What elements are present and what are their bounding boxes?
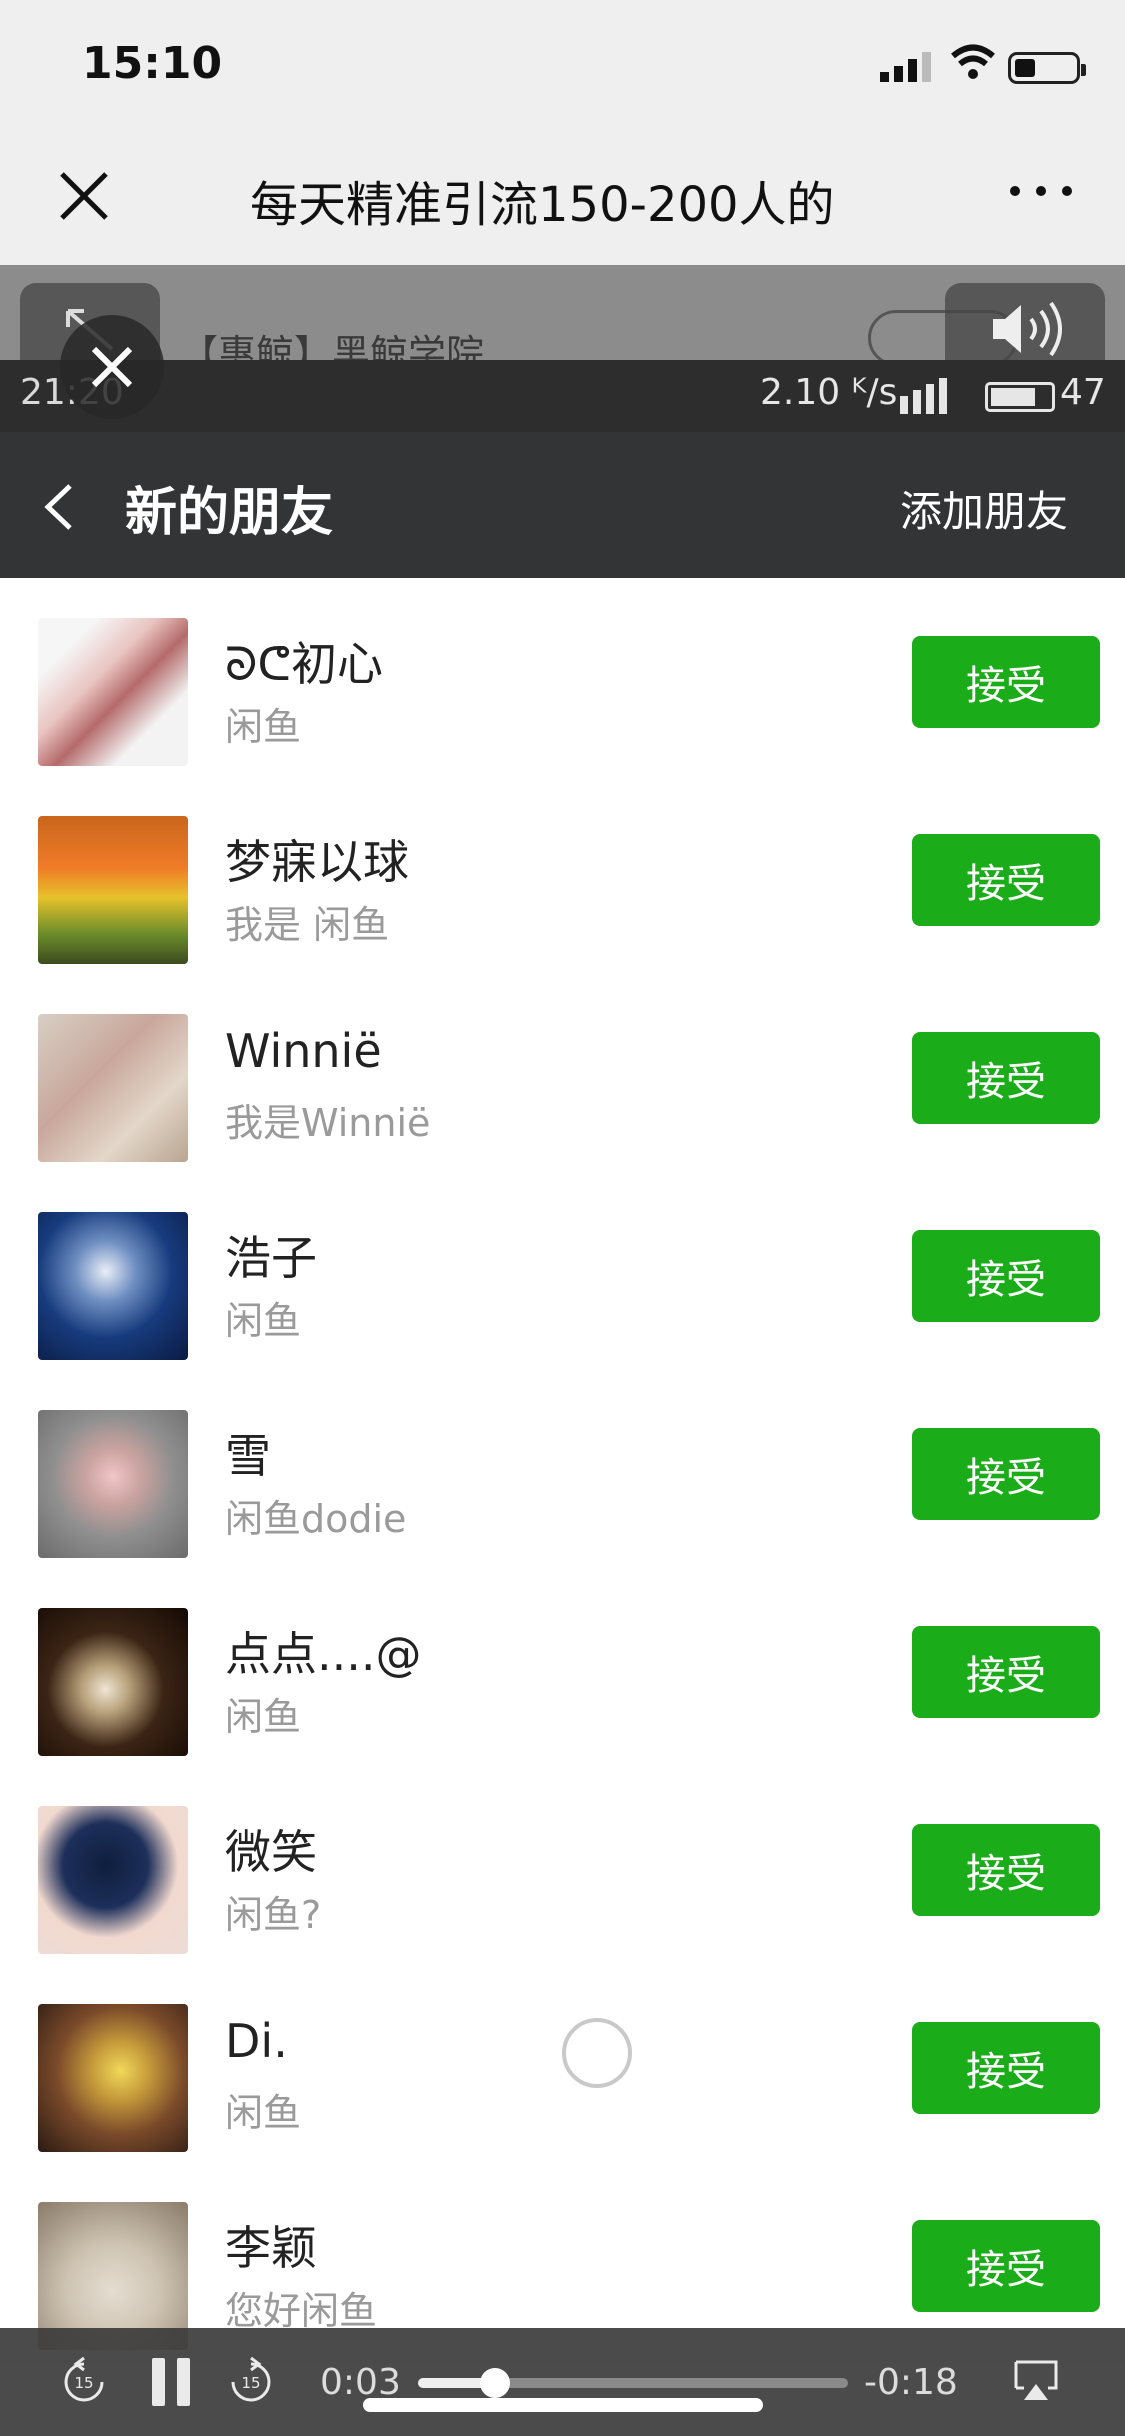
- close-icon: [91, 346, 133, 388]
- remaining-time: -0:18: [864, 2362, 958, 2403]
- friend-name: Winnië: [225, 1024, 382, 1078]
- avatar: [38, 618, 188, 766]
- skip-forward-icon[interactable]: 15: [225, 2356, 277, 2408]
- android-status-bar: 21:20 2.10 ᴷ/s 47: [0, 360, 1125, 432]
- friend-name: 李颖: [225, 2221, 317, 2275]
- accept-button[interactable]: 接受: [912, 1032, 1100, 1124]
- friend-note: 闲鱼dodie: [225, 1497, 407, 1541]
- accept-button[interactable]: 接受: [912, 1626, 1100, 1718]
- more-icon[interactable]: [1010, 180, 1072, 200]
- friend-note: 闲鱼: [225, 2091, 302, 2135]
- wifi-icon: [951, 44, 995, 79]
- avatar: [38, 1410, 188, 1558]
- wechat-title: 新的朋友: [125, 483, 334, 543]
- loading-spinner: [562, 2018, 632, 2088]
- friend-name: 梦寐以球: [225, 835, 409, 889]
- progress-knob[interactable]: [480, 2368, 511, 2398]
- friend-name: ᘐᕦ初心: [225, 637, 383, 691]
- list-item[interactable]: Winnië 我是Winnië 接受: [0, 974, 1125, 1174]
- playback-controls: 15 15 0:03 -0:18: [0, 2328, 1125, 2436]
- accept-button[interactable]: 接受: [912, 1824, 1100, 1916]
- status-time: 15:10: [82, 38, 223, 89]
- list-item[interactable]: 微笑 闲鱼? 接受: [0, 1766, 1125, 1966]
- close-video-button[interactable]: [60, 315, 164, 419]
- video-player[interactable]: 【惠鲸】黑鲸学院 21:20 2.10 ᴷ/s 47 新的朋友 添加朋友: [0, 265, 1125, 2436]
- friend-note: 闲鱼: [225, 705, 302, 749]
- avatar: [38, 816, 188, 964]
- friend-note: 我是Winnië: [225, 1101, 431, 1145]
- friend-name: 点点....@: [225, 1627, 422, 1681]
- accept-button[interactable]: 接受: [912, 636, 1100, 728]
- accept-button[interactable]: 接受: [912, 2220, 1100, 2312]
- progress-bar[interactable]: [418, 2368, 848, 2398]
- accept-button[interactable]: 接受: [912, 1428, 1100, 1520]
- android-battery-icon: [985, 382, 1055, 412]
- accept-button[interactable]: 接受: [912, 834, 1100, 926]
- wechat-header: 新的朋友 添加朋友: [0, 432, 1125, 578]
- friend-note: 我是 闲鱼: [225, 903, 390, 947]
- home-indicator: [363, 2398, 763, 2412]
- list-item[interactable]: 浩子 闲鱼 接受: [0, 1172, 1125, 1372]
- back-chevron-icon[interactable]: [40, 482, 80, 532]
- ios-top-bar: 15:10 每天精准引流150-200人的: [0, 0, 1125, 265]
- avatar: [38, 1806, 188, 1954]
- battery-icon: [1008, 52, 1086, 84]
- avatar: [38, 1212, 188, 1360]
- avatar: [38, 2004, 188, 2152]
- skip-back-icon[interactable]: 15: [58, 2356, 110, 2408]
- list-item[interactable]: 点点....@ 闲鱼 接受: [0, 1568, 1125, 1768]
- friend-note: 闲鱼?: [225, 1893, 322, 1937]
- friend-name: Di.: [225, 2014, 288, 2068]
- friend-name: 雪: [225, 1429, 271, 1483]
- avatar: [38, 1608, 188, 1756]
- elapsed-time: 0:03: [320, 2362, 401, 2403]
- friend-note: 闲鱼: [225, 1299, 302, 1343]
- list-item[interactable]: 雪 闲鱼dodie 接受: [0, 1370, 1125, 1570]
- cellular-signal-icon: [880, 52, 931, 82]
- network-speed: 2.10 ᴷ/s: [760, 372, 898, 413]
- list-item[interactable]: 梦寐以球 我是 闲鱼 接受: [0, 776, 1125, 976]
- friend-name: 浩子: [225, 1231, 317, 1285]
- add-friend-link[interactable]: 添加朋友: [900, 478, 1068, 539]
- avatar: [38, 1014, 188, 1162]
- page-title: 每天精准引流150-200人的: [250, 177, 835, 233]
- accept-button[interactable]: 接受: [912, 2022, 1100, 2114]
- friend-name: 微笑: [225, 1825, 317, 1879]
- android-signal-icon: [900, 378, 947, 414]
- friend-note: 闲鱼: [225, 1695, 302, 1739]
- friend-note: 您好闲鱼: [225, 2289, 378, 2333]
- skip-back-label: 15: [74, 2374, 93, 2392]
- close-icon[interactable]: [58, 170, 110, 222]
- pause-button[interactable]: [152, 2358, 192, 2408]
- accept-button[interactable]: 接受: [912, 1230, 1100, 1322]
- android-battery-level: 47: [1060, 372, 1106, 413]
- list-item[interactable]: ᘐᕦ初心 闲鱼 接受: [0, 578, 1125, 778]
- list-item[interactable]: Di. 闲鱼 接受: [0, 1964, 1125, 2164]
- airplay-icon[interactable]: [1010, 2358, 1062, 2404]
- skip-forward-label: 15: [241, 2374, 260, 2392]
